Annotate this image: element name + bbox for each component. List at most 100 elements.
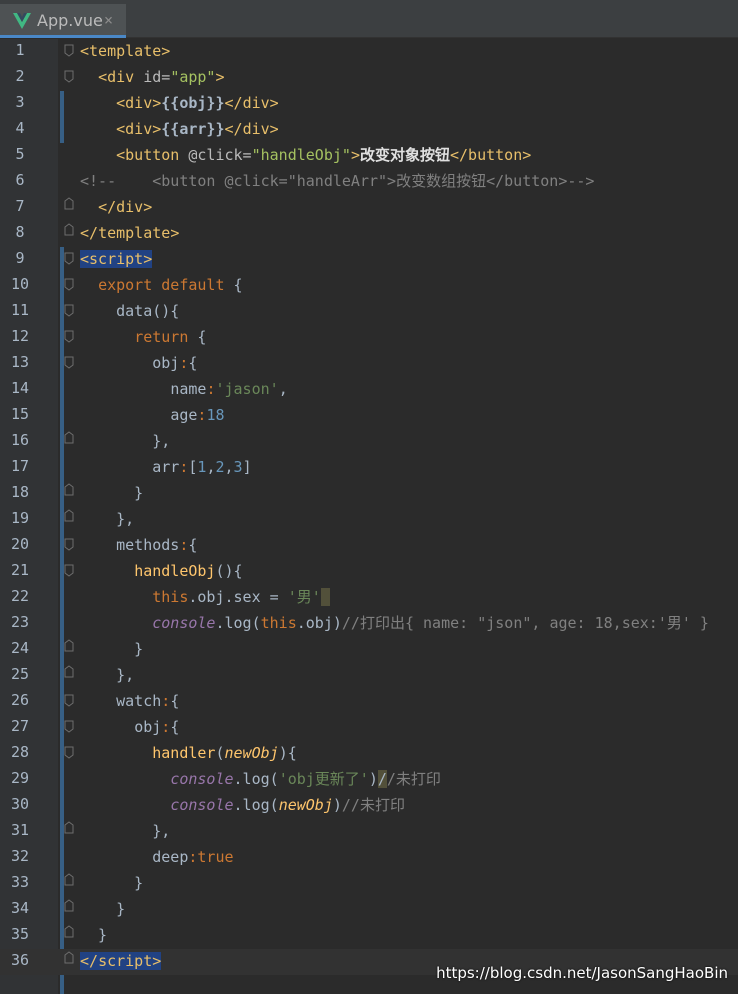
- code-text: obj:{: [134, 718, 180, 736]
- code-editor[interactable]: 1 <template> 2 <div id="app"> 3 <div>{{o…: [0, 39, 738, 994]
- code-text: }: [80, 484, 144, 502]
- code-text: },: [80, 666, 135, 684]
- line-number: 22: [10, 587, 30, 605]
- line-number: 21: [10, 561, 30, 579]
- code-line: 32 deep:true: [0, 845, 738, 871]
- line-number: 24: [10, 639, 30, 657]
- code-text: </script>: [80, 952, 162, 970]
- code-line: 35 }: [0, 923, 738, 949]
- code-text: deep:true: [152, 848, 234, 866]
- close-tab-icon[interactable]: ×: [104, 11, 113, 29]
- code-text: <template>: [80, 42, 171, 60]
- line-number: 1: [15, 41, 25, 59]
- code-line: 7 </div>: [0, 195, 738, 221]
- code-line: 19 },: [0, 507, 738, 533]
- code-text: <script>: [80, 250, 153, 268]
- line-number: 18: [10, 483, 30, 501]
- line-number: 4: [15, 119, 25, 137]
- code-text: }: [80, 640, 144, 658]
- code-line: 28 handler(newObj){: [0, 741, 738, 767]
- line-number: 14: [10, 379, 30, 397]
- code-line: 14 name:'jason',: [0, 377, 738, 403]
- line-number: 25: [10, 665, 30, 683]
- code-text: this.obj.sex = '男': [80, 587, 330, 607]
- code-text: <div>{{obj}}</div>: [116, 94, 279, 112]
- code-line: 24 }: [0, 637, 738, 663]
- code-text: }: [80, 874, 144, 892]
- line-number: 16: [10, 431, 30, 449]
- line-number: 27: [10, 717, 30, 735]
- code-line: 29 console.log('obj更新了')//未打印: [0, 767, 738, 793]
- code-line: 2 <div id="app">: [0, 65, 738, 91]
- fold-markers[interactable]: [63, 39, 77, 994]
- code-line: 25 },: [0, 663, 738, 689]
- line-number: 20: [10, 535, 30, 553]
- code-line: 16 },: [0, 429, 738, 455]
- code-line: 9 <script>: [0, 247, 738, 273]
- line-number: 30: [10, 795, 30, 813]
- code-text: },: [80, 432, 171, 450]
- tab-app-vue[interactable]: App.vue ×: [0, 4, 126, 38]
- line-number: 9: [15, 249, 25, 267]
- code-text: export default {: [98, 276, 243, 294]
- vue-file-icon: [13, 13, 31, 29]
- line-number: 12: [10, 327, 30, 345]
- line-number: 13: [10, 353, 30, 371]
- code-line: 26 watch:{: [0, 689, 738, 715]
- code-text: }: [80, 900, 126, 918]
- code-line: 11 data(){: [0, 299, 738, 325]
- code-text: <button @click="handleObj">改变对象按钮</butto…: [116, 146, 532, 164]
- code-line: 6 <!-- <button @click="handleArr">改变数组按钮…: [0, 169, 738, 195]
- line-number: 11: [10, 301, 30, 319]
- code-text: </div>: [98, 198, 153, 216]
- line-number: 29: [10, 769, 30, 787]
- code-line: 34 }: [0, 897, 738, 923]
- code-text: arr:[1,2,3]: [152, 458, 252, 476]
- code-text: },: [80, 510, 135, 528]
- code-line: 10 export default {: [0, 273, 738, 299]
- line-number: 15: [10, 405, 30, 423]
- editor-tab-bar: App.vue ×: [0, 0, 738, 38]
- code-text: </template>: [80, 224, 180, 242]
- tab-label: App.vue: [37, 11, 103, 30]
- code-line: 1 <template>: [0, 39, 738, 65]
- code-text: methods:{: [116, 536, 198, 554]
- code-text: data(){: [116, 302, 180, 320]
- code-line: 23 console.log(this.obj)//打印出{ name: "js…: [0, 611, 738, 637]
- code-text: obj:{: [152, 354, 198, 372]
- code-line: 5 <button @click="handleObj">改变对象按钮</but…: [0, 143, 738, 169]
- code-text: age:18: [170, 406, 225, 424]
- code-line: 33 }: [0, 871, 738, 897]
- code-text: <div>{{arr}}</div>: [116, 120, 279, 138]
- line-number: 35: [10, 925, 30, 943]
- code-text: name:'jason',: [170, 380, 288, 398]
- code-line: 17 arr:[1,2,3]: [0, 455, 738, 481]
- line-number: 23: [10, 613, 30, 631]
- watermark: https://blog.csdn.net/JasonSangHaoBin: [436, 964, 728, 982]
- code-line: 30 console.log(newObj)//未打印: [0, 793, 738, 819]
- line-number: 17: [10, 457, 30, 475]
- line-number: 6: [15, 171, 25, 189]
- line-number: 19: [10, 509, 30, 527]
- code-comment: <!-- <button @click="handleArr">改变数组按钮</…: [80, 172, 595, 190]
- line-number: 28: [10, 743, 30, 761]
- code-text: handler(newObj){: [152, 744, 297, 762]
- line-number: 31: [10, 821, 30, 839]
- line-number: 26: [10, 691, 30, 709]
- code-line: 20 methods:{: [0, 533, 738, 559]
- code-line: 15 age:18: [0, 403, 738, 429]
- line-number: 34: [10, 899, 30, 917]
- code-text: console.log(this.obj)//打印出{ name: "json"…: [152, 614, 709, 632]
- line-number: 3: [15, 93, 25, 111]
- line-number: 5: [15, 145, 25, 163]
- code-line: 31 },: [0, 819, 738, 845]
- code-line: 18 }: [0, 481, 738, 507]
- line-number: 32: [10, 847, 30, 865]
- code-line: 13 obj:{: [0, 351, 738, 377]
- code-line: 27 obj:{: [0, 715, 738, 741]
- code-line: 21 handleObj(){: [0, 559, 738, 585]
- code-text: return {: [134, 328, 207, 346]
- code-line: 3 <div>{{obj}}</div>: [0, 91, 738, 117]
- line-number: 10: [10, 275, 30, 293]
- code-text: handleObj(){: [134, 562, 243, 580]
